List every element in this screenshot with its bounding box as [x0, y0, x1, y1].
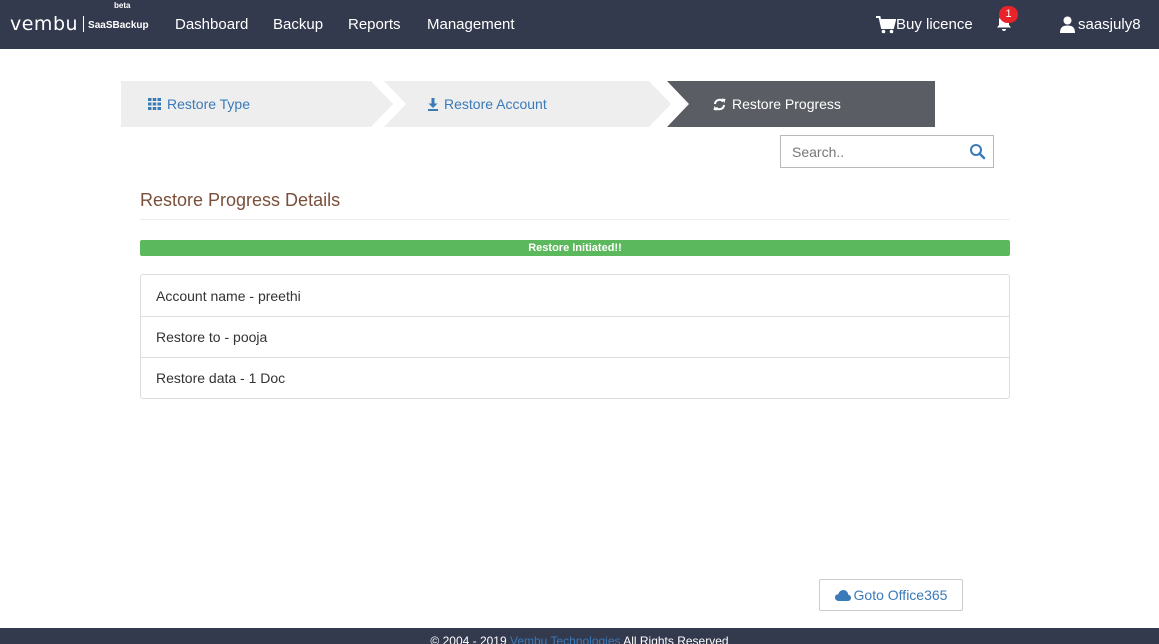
search-icon[interactable] — [969, 143, 987, 161]
list-item: Restore to - pooja — [141, 316, 1009, 357]
restore-progress-bar: Restore Initiated!! — [140, 240, 1010, 256]
step-restore-type[interactable]: Restore Type — [148, 81, 250, 127]
page-title: Restore Progress Details — [140, 190, 341, 210]
step-restore-account[interactable]: Restore Account — [428, 81, 547, 127]
step-label: Restore Progress — [732, 96, 841, 112]
progress-label: Restore Initiated!! — [528, 242, 622, 254]
goto-label: Goto Office365 — [853, 587, 948, 603]
search-input[interactable] — [781, 136, 961, 167]
restore-details-list: Account name - preethi Restore to - pooj… — [140, 274, 1010, 399]
step-restore-progress[interactable]: Restore Progress — [713, 81, 841, 127]
step-label: Restore Account — [444, 96, 547, 112]
footer-company-link[interactable]: Vembu Technologies — [510, 634, 621, 644]
grid-icon — [148, 98, 161, 110]
footer-copyright: © 2004 - 2019 — [430, 634, 510, 644]
download-icon — [428, 97, 438, 111]
refresh-icon — [713, 98, 726, 110]
list-item: Restore data - 1 Doc — [141, 357, 1009, 398]
footer: © 2004 - 2019 Vembu Technologies All Rig… — [0, 628, 1159, 644]
list-item: Account name - preethi — [156, 287, 301, 304]
title-divider — [140, 219, 1010, 220]
goto-office365-button[interactable]: Goto Office365 — [819, 579, 963, 611]
footer-rights: All Rights Reserved — [620, 634, 729, 644]
cloud-icon — [834, 589, 851, 601]
search-box — [780, 135, 994, 168]
step-label: Restore Type — [167, 96, 251, 112]
